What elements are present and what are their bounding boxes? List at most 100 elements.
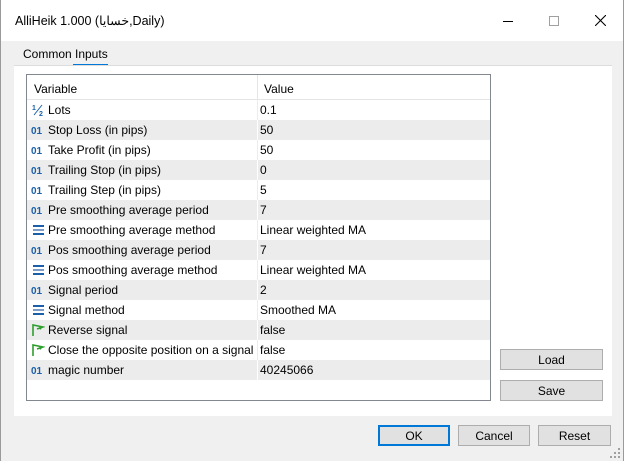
ok-button[interactable]: OK (378, 425, 450, 446)
bool-icon (31, 322, 45, 337)
title-bar[interactable]: AlliHeik 1.000 (خسايا,Daily) (1, 0, 623, 41)
variable-name: Signal method (48, 303, 125, 317)
dialog-window: AlliHeik 1.000 (خسايا,Daily) Common Inpu… (0, 0, 624, 461)
table-row[interactable]: Close the opposite position on a signal f… (27, 340, 490, 360)
table-row[interactable]: 1 2 Lots 0.1 (27, 100, 490, 120)
variable-name: magic number (48, 363, 125, 377)
cell-divider (257, 140, 258, 160)
table-row[interactable]: 01 Signal period 2 (27, 280, 490, 300)
maximize-button[interactable] (531, 0, 577, 41)
variable-value[interactable]: 40245066 (260, 363, 313, 377)
cell-divider (257, 200, 258, 220)
header-divider[interactable] (257, 75, 258, 99)
resize-grip-icon[interactable] (610, 448, 620, 458)
variable-name: Pre smoothing average method (48, 223, 216, 237)
cell-divider (257, 260, 258, 280)
svg-text:01: 01 (31, 206, 43, 216)
header-variable[interactable]: Variable (34, 82, 77, 96)
window-title: AlliHeik 1.000 (خسايا,Daily) (15, 14, 165, 28)
table-row[interactable]: 01 Take Profit (in pips) 50 (27, 140, 490, 160)
variable-value[interactable]: 50 (260, 143, 273, 157)
maximize-icon (549, 15, 559, 26)
table-row[interactable]: Reverse signal false (27, 320, 490, 340)
table-row[interactable]: 01 Stop Loss (in pips) 50 (27, 120, 490, 140)
table-row[interactable]: 01 magic number 40245066 (27, 360, 490, 380)
table-row[interactable]: 01 Pos smoothing average period 7 (27, 240, 490, 260)
svg-text:1: 1 (32, 105, 36, 112)
close-icon (594, 15, 606, 26)
tab-inputs[interactable]: Inputs (75, 47, 108, 61)
close-button[interactable] (577, 0, 623, 41)
variable-name: Reverse signal (48, 323, 128, 337)
grid-header: Variable Value (27, 75, 490, 100)
table-row[interactable]: 01 Trailing Step (in pips) 5 (27, 180, 490, 200)
variable-name: Pre smoothing average period (48, 203, 209, 217)
cell-divider (257, 220, 258, 240)
svg-text:01: 01 (31, 146, 43, 156)
cell-divider (257, 100, 258, 120)
variable-name: Pos smoothing average period (48, 243, 211, 257)
save-button[interactable]: Save (500, 380, 603, 401)
svg-text:2: 2 (39, 111, 43, 117)
variable-value[interactable]: false (260, 343, 285, 357)
table-row[interactable]: 01 Trailing Stop (in pips) 0 (27, 160, 490, 180)
tab-common[interactable]: Common (23, 47, 72, 61)
variable-value[interactable]: Smoothed MA (260, 303, 336, 317)
cell-divider (257, 360, 258, 380)
variable-name: Pos smoothing average method (48, 263, 218, 277)
svg-text:01: 01 (31, 186, 43, 196)
cell-divider (257, 120, 258, 140)
integer-icon: 01 (31, 182, 45, 197)
inputs-grid[interactable]: Variable Value 1 2 Lots 0.1 01 Stop Loss (in … (26, 74, 491, 401)
variable-name: Trailing Step (in pips) (48, 183, 161, 197)
variable-value[interactable]: Linear weighted MA (260, 263, 366, 277)
minimize-button[interactable] (485, 0, 531, 41)
variable-value[interactable]: false (260, 323, 285, 337)
variable-name: Lots (48, 103, 71, 117)
table-row[interactable]: Pre smoothing average method Linear weigh… (27, 220, 490, 240)
header-value[interactable]: Value (264, 82, 294, 96)
fraction-icon: 12 (31, 102, 45, 117)
variable-value[interactable]: 2 (260, 283, 267, 297)
cell-divider (257, 340, 258, 360)
variable-value[interactable]: 5 (260, 183, 267, 197)
variable-value[interactable]: 50 (260, 123, 273, 137)
variable-value[interactable]: 7 (260, 203, 267, 217)
variable-name: Close the opposite position on a signal (48, 343, 254, 357)
integer-icon: 01 (31, 122, 45, 137)
cell-divider (257, 180, 258, 200)
svg-text:01: 01 (31, 166, 43, 176)
cell-divider (257, 240, 258, 260)
integer-icon: 01 (31, 282, 45, 297)
minimize-icon (503, 20, 513, 22)
variable-name: Trailing Stop (in pips) (48, 163, 161, 177)
variable-value[interactable]: 0 (260, 163, 267, 177)
enum-icon (31, 262, 45, 277)
variable-value[interactable]: 0.1 (260, 103, 277, 117)
svg-text:01: 01 (31, 286, 43, 296)
svg-text:01: 01 (31, 126, 43, 136)
integer-icon: 01 (31, 362, 45, 377)
table-row[interactable]: Pos smoothing average method Linear weigh… (27, 260, 490, 280)
enum-icon (31, 222, 45, 237)
variable-value[interactable]: 7 (260, 243, 267, 257)
cell-divider (257, 280, 258, 300)
reset-button[interactable]: Reset (538, 425, 611, 446)
integer-icon: 01 (31, 202, 45, 217)
cancel-button[interactable]: Cancel (458, 425, 530, 446)
variable-name: Stop Loss (in pips) (48, 123, 148, 137)
cell-divider (257, 320, 258, 340)
enum-icon (31, 302, 45, 317)
integer-icon: 01 (31, 162, 45, 177)
variable-name: Signal period (48, 283, 119, 297)
variable-name: Take Profit (in pips) (48, 143, 151, 157)
table-row[interactable]: 01 Pre smoothing average period 7 (27, 200, 490, 220)
cell-divider (257, 300, 258, 320)
load-button[interactable]: Load (500, 349, 603, 370)
integer-icon: 01 (31, 242, 45, 257)
cell-divider (257, 160, 258, 180)
variable-value[interactable]: Linear weighted MA (260, 223, 366, 237)
bool-icon (31, 342, 45, 357)
table-row[interactable]: Signal method Smoothed MA (27, 300, 490, 320)
svg-text:01: 01 (31, 246, 43, 256)
